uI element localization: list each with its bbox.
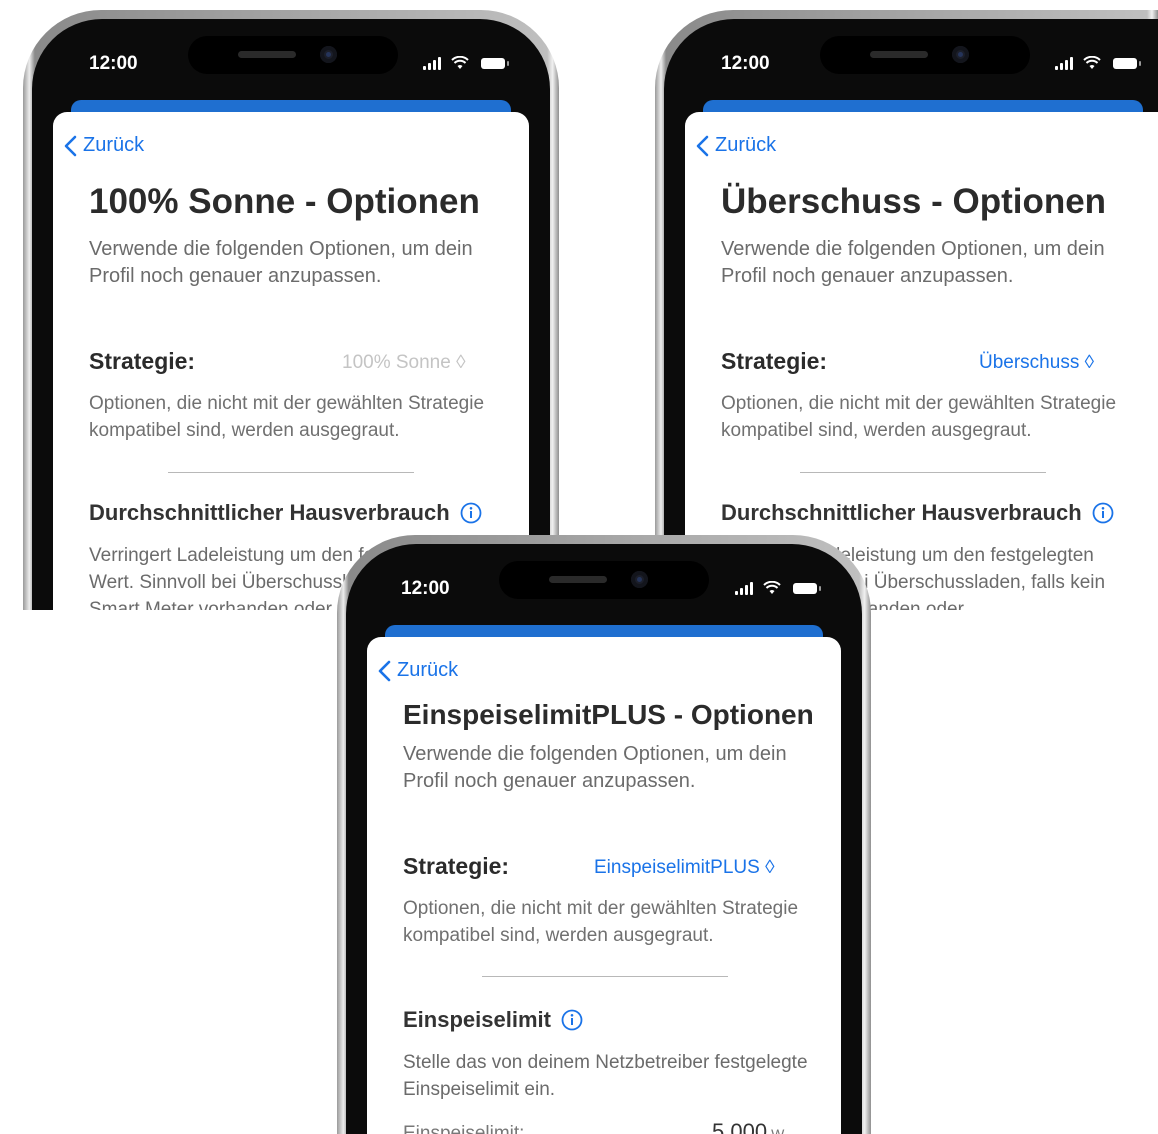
divider [168, 472, 414, 473]
limit-row-value[interactable]: 5.000 W [712, 1119, 784, 1134]
strategy-select[interactable]: Überschuss ◊ [979, 352, 1094, 374]
wifi-icon [451, 56, 469, 69]
battery-icon [481, 58, 509, 69]
speaker-grille [238, 51, 296, 58]
limit-value: 5.000 [712, 1119, 768, 1134]
strategy-label: Strategie: [403, 853, 510, 879]
status-icons [735, 581, 825, 595]
back-label: Zurück [83, 134, 145, 156]
strategy-label: Strategie: [721, 348, 828, 374]
dynamic-island [820, 36, 1030, 74]
status-icons [1055, 56, 1145, 70]
section-heading: Durchschnittlicher Hausverbrauch [89, 500, 482, 526]
wifi-icon [1083, 56, 1101, 69]
chevron-left-icon [696, 135, 709, 156]
divider [482, 976, 728, 977]
limit-row-label: Einspeiselimit: [403, 1123, 525, 1134]
phone-einspeiselimit-plus: 12:00 Zurück EinspeiselimitPLUS - Option… [337, 535, 871, 1134]
status-time: 12:00 [721, 53, 770, 74]
info-icon[interactable] [561, 1009, 583, 1031]
section-heading: Durchschnittlicher Hausverbrauch [721, 500, 1114, 526]
strategy-hint: Optionen, die nicht mit der gewählten St… [721, 393, 1117, 441]
section-heading: Einspeiselimit [403, 1007, 583, 1033]
camera-icon [320, 46, 337, 63]
page-title: EinspeiselimitPLUS - Optionen [403, 699, 814, 730]
back-button[interactable]: Zurück [377, 659, 458, 682]
back-button[interactable]: Zurück [695, 134, 776, 157]
strategy-select[interactable]: EinspeiselimitPLUS ◊ [594, 857, 774, 879]
speaker-grille [870, 51, 928, 58]
strategy-label: Strategie: [89, 348, 196, 374]
page-subtitle: Verwende die folgenden Optionen, um dein… [403, 743, 787, 792]
page-subtitle: Verwende die folgenden Optionen, um dein… [721, 238, 1105, 287]
camera-icon [631, 571, 648, 588]
page-title: Überschuss - Optionen [721, 182, 1107, 221]
phone-100-sonne: 12:00 Zurück 100% Sonne - Optionen Verwe… [23, 10, 559, 610]
strategy-hint: Optionen, die nicht mit der gewählten St… [89, 393, 485, 441]
back-label: Zurück [715, 134, 777, 156]
speaker-grille [549, 576, 607, 583]
options-sheet: Zurück EinspeiselimitPLUS - Optionen Ver… [367, 637, 841, 1134]
battery-icon [793, 583, 821, 594]
wifi-icon [763, 581, 781, 594]
limit-unit: W [771, 1126, 785, 1134]
section-title: Einspeiselimit [403, 1007, 551, 1032]
info-icon[interactable] [1092, 502, 1114, 524]
camera-icon [952, 46, 969, 63]
strategy-hint: Optionen, die nicht mit der gewählten St… [403, 898, 799, 946]
back-label: Zurück [397, 659, 459, 681]
divider [800, 472, 1046, 473]
back-button[interactable]: Zurück [63, 134, 144, 157]
dynamic-island [188, 36, 398, 74]
section-title: Durchschnittlicher Hausverbrauch [721, 500, 1082, 525]
page-title: 100% Sonne - Optionen [89, 182, 480, 221]
info-icon[interactable] [460, 502, 482, 524]
page-subtitle: Verwende die folgenden Optionen, um dein… [89, 238, 473, 287]
dynamic-island [499, 561, 709, 599]
strategy-select[interactable]: 100% Sonne ◊ [342, 352, 465, 374]
phone-ueberschuss: 12:00 Zurück Überschuss - Optionen Verwe… [655, 10, 1158, 610]
chevron-left-icon [64, 135, 77, 156]
section-text: Stelle das von deinem Netzbetreiber fest… [403, 1052, 808, 1100]
status-time: 12:00 [401, 578, 450, 599]
status-time: 12:00 [89, 53, 138, 74]
section-title: Durchschnittlicher Hausverbrauch [89, 500, 450, 525]
status-icons [423, 56, 513, 70]
chevron-left-icon [378, 660, 391, 681]
battery-icon [1113, 58, 1141, 69]
